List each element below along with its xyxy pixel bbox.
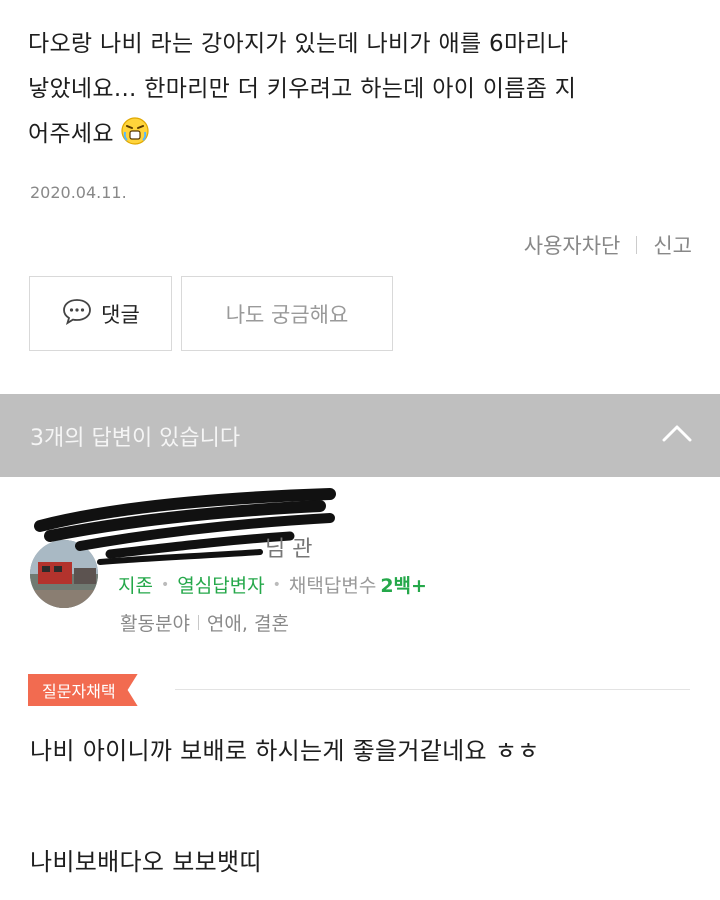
meta-dot: •: [272, 576, 281, 593]
answerer-name-partial: 님 관: [265, 537, 313, 562]
adopted-answers-count: 2백+: [380, 575, 427, 597]
answers-count-label: 3개의 답변이 있습니다: [30, 425, 241, 451]
badge-divider: [175, 689, 690, 690]
question-line: 어주세요: [28, 112, 698, 157]
activity-field-label: 활동분야: [120, 613, 190, 635]
questioner-chosen-badge: 질문자채택: [28, 674, 138, 706]
question-actions: 사용자차단 신고: [524, 230, 692, 260]
crying-face-icon: [120, 116, 150, 146]
question-date: 2020.04.11.: [30, 183, 127, 202]
report-link[interactable]: 신고: [653, 230, 692, 260]
action-divider: [636, 236, 638, 254]
answer-text-line: 나비보배다오 보보뱃띠: [30, 848, 262, 876]
me-too-curious-button[interactable]: 나도 궁금해요: [181, 276, 393, 351]
speech-bubble-icon: [61, 297, 101, 330]
chevron-up-icon[interactable]: [662, 423, 692, 448]
answerer-rank: 지존: [118, 575, 153, 597]
question-line: 낳았네요... 한마리만 더 키우려고 하는데 아이 이름좀 지: [28, 76, 577, 102]
answerer-title: 열심답변자: [177, 575, 265, 597]
answers-count-bar[interactable]: 3개의 답변이 있습니다: [0, 394, 720, 477]
adopted-answers-label: 채택답변수: [288, 575, 377, 597]
question-body: 다오랑 나비 라는 강아지가 있는데 나비가 애를 6마리나 낳았네요... 한…: [28, 22, 698, 157]
answerer-activity-field: 활동분야 연애, 결혼: [120, 609, 289, 636]
block-user-link[interactable]: 사용자차단: [524, 230, 621, 260]
activity-field-value: 연애, 결혼: [206, 613, 289, 635]
comment-button[interactable]: 댓글: [29, 276, 172, 351]
question-line-text: 어주세요: [28, 121, 114, 147]
question-line: 다오랑 나비 라는 강아지가 있는데 나비가 애를 6마리나: [28, 31, 569, 57]
answerer-stats: 지존 • 열심답변자 • 채택답변수 2백+: [118, 571, 427, 598]
me-too-curious-label: 나도 궁금해요: [225, 302, 349, 327]
comment-button-label: 댓글: [101, 302, 140, 327]
chosen-badge-label: 질문자채택: [42, 682, 116, 701]
field-divider: [197, 615, 199, 630]
meta-dot: •: [160, 576, 170, 593]
answer-text-line: 나비 아이니까 보배로 하시는게 좋을거같네요 ㅎㅎ: [30, 737, 540, 765]
